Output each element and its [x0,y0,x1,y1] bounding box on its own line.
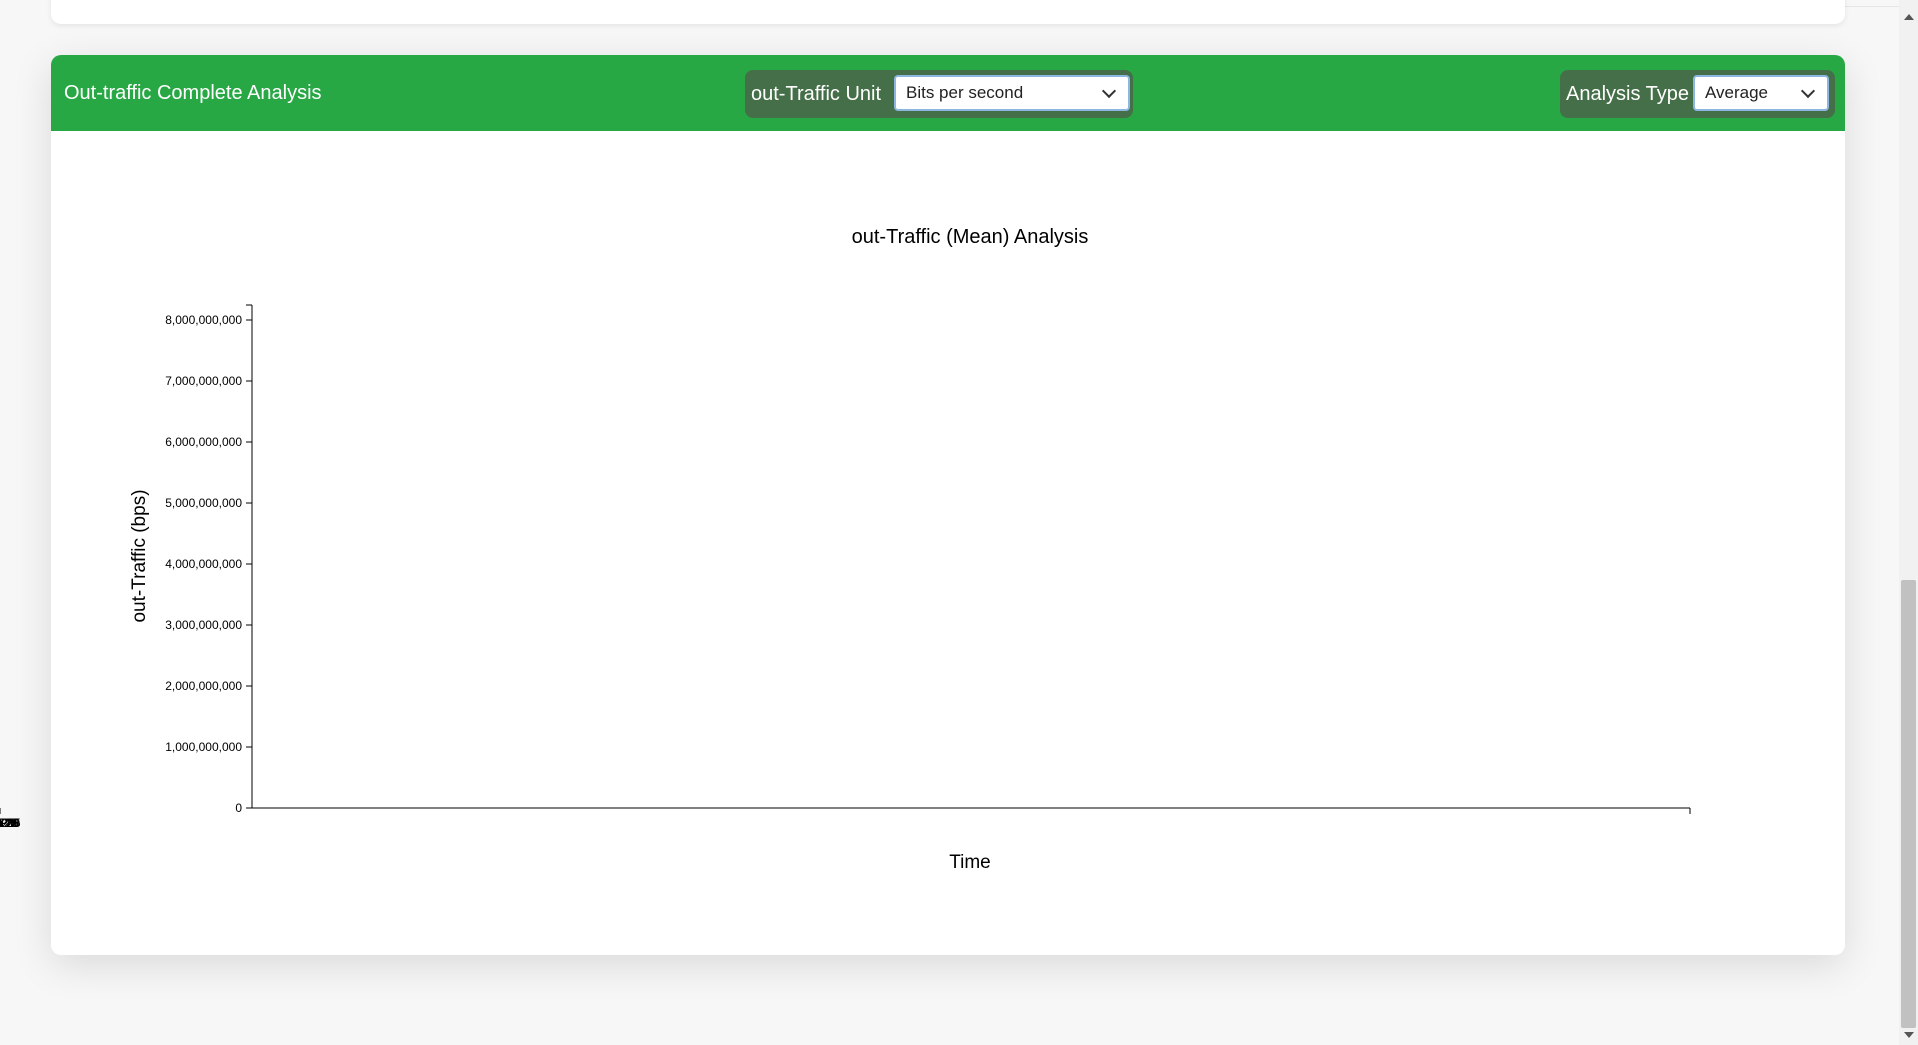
y-tick-label: 0 [235,801,242,815]
y-axis-label: out-Traffic (bps) [129,489,150,622]
y-tick-label: 3,000,000,000 [165,618,242,632]
y-tick-label: 1,000,000,000 [165,740,242,754]
x-axis-label: Time [949,852,991,873]
scrollbar[interactable] [1899,0,1918,1045]
y-axis: 0 1,000,000,000 2,000,000,000 3,000,000,000… [165,304,253,815]
y-tick-label: 8,000,000,000 [165,313,242,327]
x-tick-label: 12 PM [0,816,17,830]
x-axis: Wed 2512 PMThu 2612 PMFri 2712 PMSat 281… [0,807,1691,830]
y-tick-label: 6,000,000,000 [165,435,242,449]
y-tick-label: 4,000,000,000 [165,557,242,571]
scroll-down-arrow-icon[interactable] [1904,1032,1914,1038]
y-tick-label: 2,000,000,000 [165,679,242,693]
y-tick-label: 5,000,000,000 [165,496,242,510]
out-traffic-chart: out-Traffic (Mean) Analysis out-Traffic … [0,226,1691,873]
chart-title: out-Traffic (Mean) Analysis [852,226,1089,248]
y-tick-label: 7,000,000,000 [165,374,242,388]
scroll-up-arrow-icon[interactable] [1904,14,1914,20]
scroll-thumb[interactable] [1901,580,1916,1028]
